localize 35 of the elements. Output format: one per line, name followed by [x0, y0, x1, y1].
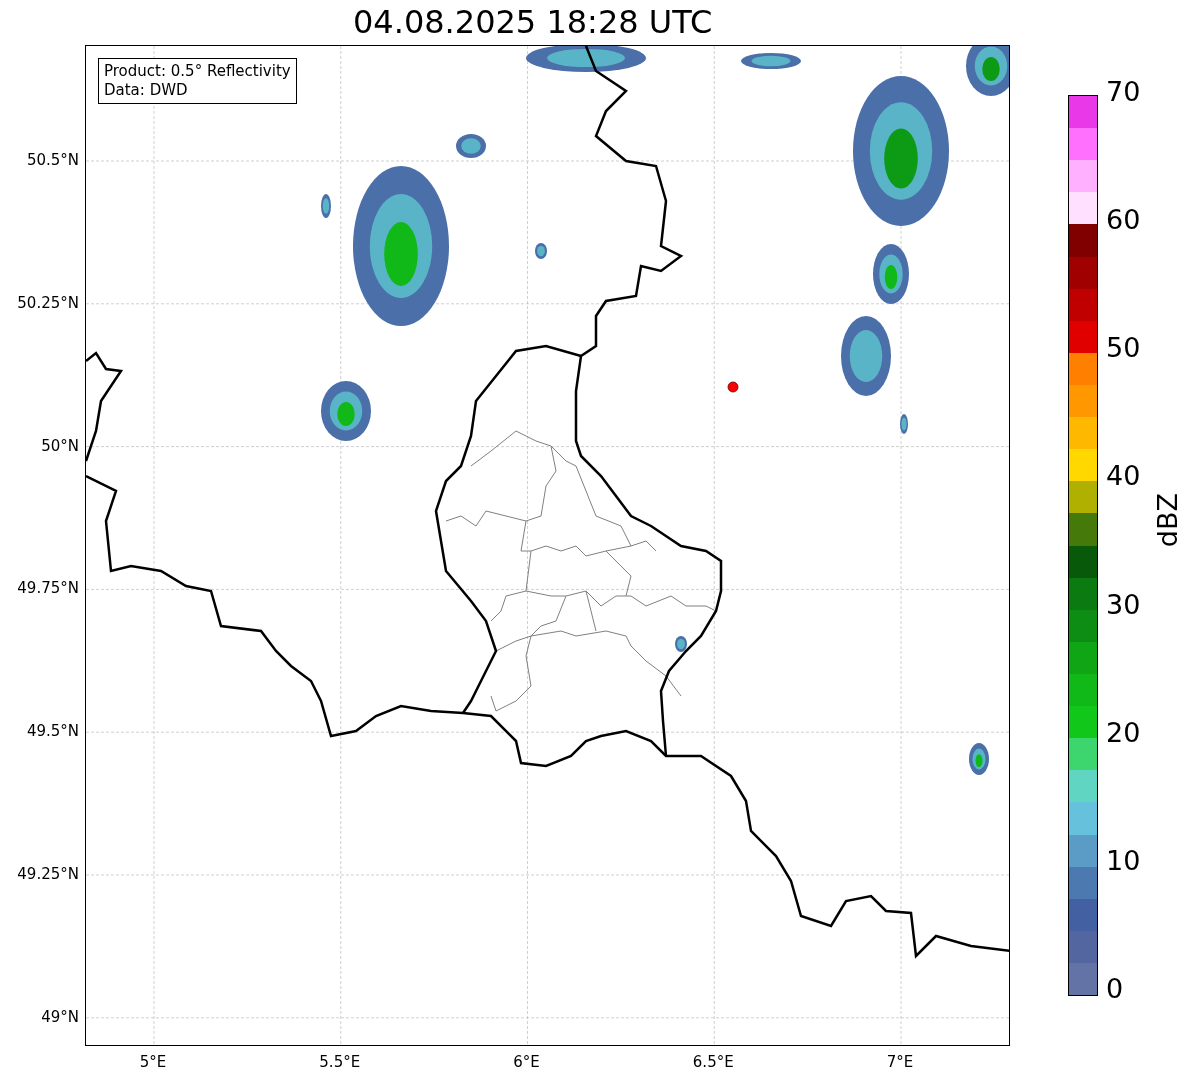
- chart-title: 04.08.2025 18:28 UTC: [353, 2, 713, 43]
- latitude-tick-label: 49°N: [41, 1007, 79, 1026]
- latitude-tick-label: 49.75°N: [17, 579, 79, 598]
- info-text: Product: 0.5° Reflectivity: [104, 62, 291, 81]
- longitude-tick-label: 6°E: [512, 1053, 541, 1071]
- latitude-tick-label: 50°N: [41, 436, 79, 455]
- colorbar-tick-label: 40: [1106, 462, 1141, 491]
- longitude-tick-label: 6.5°E: [691, 1053, 735, 1071]
- radar-echo: [966, 46, 1009, 96]
- colorbar-tick-label: 0: [1106, 975, 1125, 1003]
- radar-echo: [873, 244, 909, 304]
- info-text: Data: DWD: [104, 81, 189, 100]
- radar-echo: [675, 636, 687, 652]
- latitude-tick-label: 49.5°N: [26, 722, 79, 741]
- radar-echo: [456, 134, 486, 158]
- colorbar-label: dBZ: [1152, 493, 1185, 548]
- colorbar-tick-label: 20: [1106, 718, 1141, 747]
- radar-echo: [741, 53, 801, 69]
- colorbar-tick-label: 70: [1106, 78, 1141, 106]
- colorbar-tick-label: 10: [1106, 846, 1141, 875]
- colorbar-tick-label: 60: [1106, 206, 1141, 235]
- radar-echo: [321, 381, 371, 441]
- latitude-tick-label: 50.5°N: [26, 151, 79, 169]
- longitude-tick-label: 7°E: [885, 1053, 915, 1071]
- radar-echo: [969, 743, 989, 775]
- radar-echo: [321, 194, 331, 218]
- colorbar-tick-label: 30: [1106, 590, 1141, 619]
- station-marker: [727, 381, 739, 393]
- longitude-tick-label: 5°E: [138, 1053, 168, 1071]
- latitude-tick-label: 50.25°N: [17, 293, 79, 312]
- colorbar-tick-label: 50: [1106, 334, 1141, 363]
- radar-echo: [900, 414, 908, 434]
- latitude-tick-label: 49.25°N: [17, 865, 79, 883]
- longitude-tick-label: 5.5°E: [318, 1053, 362, 1071]
- radar-echo: [535, 243, 547, 259]
